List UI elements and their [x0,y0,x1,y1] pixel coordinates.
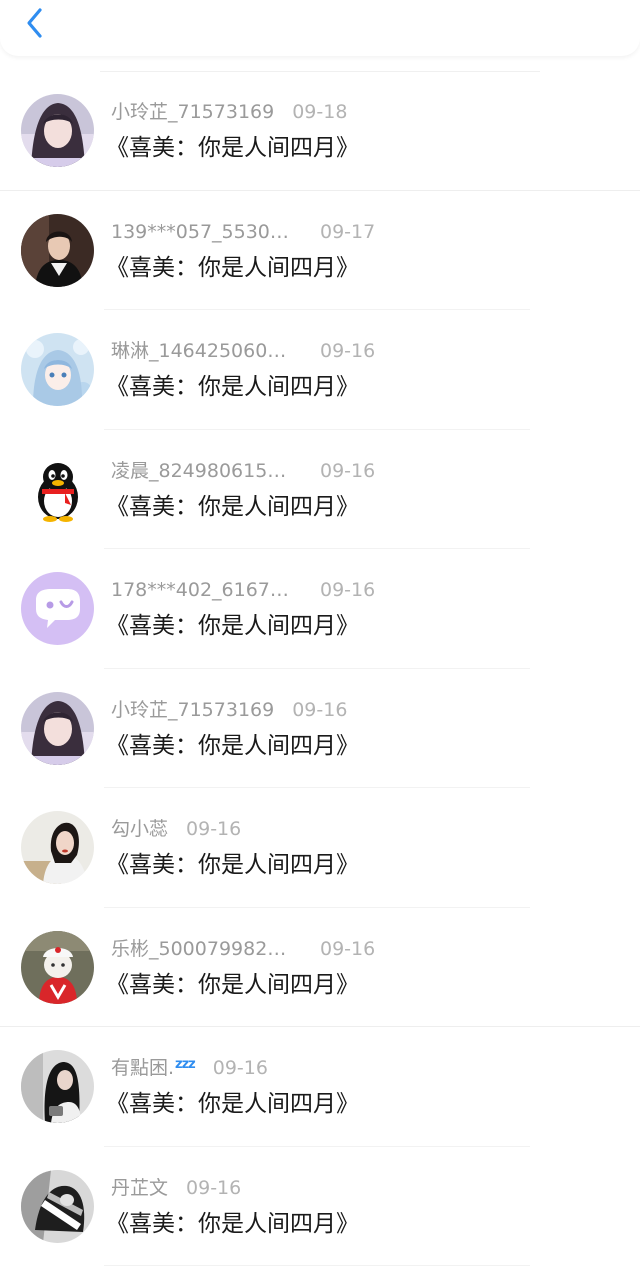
book-title[interactable]: 《喜美：你是人间四月》 [106,610,359,642]
comment-date: 09-16 [212,1057,268,1079]
comment-list-page: 小玲芷_71573169 09-18 《喜美：你是人间四月》 139***057_… [0,0,640,1276]
book-title[interactable]: 《喜美：你是人间四月》 [106,969,359,1001]
qq-penguin-avatar-icon [21,452,94,526]
top-bar [0,0,640,56]
comment-date: 09-16 [186,1176,242,1199]
girl-long-hair-avatar-icon [21,1050,94,1123]
boy-portrait-avatar-icon [21,213,94,287]
list-item[interactable]: 有點困.zzz 09-16 《喜美：你是人间四月》 [0,1027,640,1147]
avatar[interactable] [21,213,94,287]
book-title[interactable]: 《喜美：你是人间四月》 [106,1088,359,1120]
list-item[interactable]: 凌晨_824980615… 09-16 《喜美：你是人间四月》 [0,430,640,549]
comment-date: 09-16 [320,579,376,601]
comment-meta: 178***402_6167… 09-16 [111,577,375,603]
avatar[interactable] [21,1050,94,1123]
user-name[interactable]: 勾小蕊 [111,816,168,842]
book-title[interactable]: 《喜美：你是人间四月》 [106,132,359,164]
list-item[interactable]: 小玲芷_71573169 09-16 《喜美：你是人间四月》 [0,669,640,788]
user-name[interactable]: 丹芷文 [111,1175,168,1201]
comment-date: 09-17 [320,220,376,243]
book-title[interactable]: 《喜美：你是人间四月》 [106,491,359,523]
anime-girl-dark-hair-avatar-icon [21,691,94,765]
purple-chat-bubble-avatar-icon [21,572,94,645]
comment-meta: 琳淋_146425060… 09-16 [111,338,375,364]
book-title[interactable]: 《喜美：你是人间四月》 [106,371,359,403]
list-item[interactable]: 琳淋_146425060… 09-16 《喜美：你是人间四月》 [0,310,640,430]
avatar[interactable] [21,452,94,526]
user-name[interactable]: 小玲芷_71573169 [111,99,274,125]
user-name[interactable]: 乐彬_500079982… [111,936,286,962]
comment-list: 小玲芷_71573169 09-18 《喜美：你是人间四月》 139***057_… [0,71,640,1266]
comment-meta: 小玲芷_71573169 09-16 [111,697,347,723]
book-title[interactable]: 《喜美：你是人间四月》 [106,1208,359,1240]
comment-date: 09-16 [292,698,348,721]
avatar[interactable] [21,1169,94,1243]
avatar[interactable] [21,691,94,765]
comment-meta: 有點困.zzz 09-16 [111,1055,268,1081]
comment-meta: 小玲芷_71573169 09-18 [111,99,347,125]
user-name[interactable]: 139***057_5530… [111,219,289,245]
divider [104,1265,530,1266]
comment-meta: 139***057_5530… 09-17 [111,219,375,245]
book-title[interactable]: 《喜美：你是人间四月》 [106,252,359,284]
list-item[interactable]: 勾小蕊 09-16 《喜美：你是人间四月》 [0,788,640,908]
comment-meta: 乐彬_500079982… 09-16 [111,936,375,962]
comment-meta: 凌晨_824980615… 09-16 [111,458,375,484]
list-item[interactable]: 小玲芷_71573169 09-18 《喜美：你是人间四月》 [0,71,640,191]
back-button[interactable] [18,2,54,42]
avatar[interactable] [21,811,94,884]
anime-blue-hair-avatar-icon [21,333,94,406]
user-name[interactable]: 有點困. [111,1055,174,1081]
user-name[interactable]: 小玲芷_71573169 [111,697,274,723]
comment-meta: 丹芷文 09-16 [111,1175,241,1201]
avatar[interactable] [21,572,94,645]
comment-meta: 勾小蕊 09-16 [111,816,241,842]
comment-date: 09-16 [320,459,376,482]
comment-date: 09-16 [320,340,376,362]
list-item[interactable]: 丹芷文 09-16 《喜美：你是人间四月》 [0,1147,640,1266]
user-name[interactable]: 琳淋_146425060… [111,338,286,364]
comment-date: 09-16 [320,937,376,960]
list-item[interactable]: 178***402_6167… 09-16 《喜美：你是人间四月》 [0,549,640,669]
book-title[interactable]: 《喜美：你是人间四月》 [106,730,359,762]
avatar[interactable] [21,930,94,1004]
avatar[interactable] [21,94,94,167]
chevron-left-icon [27,8,42,38]
cat-in-red-shirt-avatar-icon [21,930,94,1004]
avatar[interactable] [21,333,94,406]
anime-girl-dark-hair-avatar-icon [21,94,94,167]
list-item[interactable]: 乐彬_500079982… 09-16 《喜美：你是人间四月》 [0,908,640,1027]
book-title[interactable]: 《喜美：你是人间四月》 [106,849,359,881]
list-item[interactable]: 139***057_5530… 09-17 《喜美：你是人间四月》 [0,191,640,310]
sleep-emoji-icon: zzz [175,1057,196,1072]
user-name[interactable]: 凌晨_824980615… [111,458,286,484]
comment-date: 09-18 [292,101,348,123]
girl-photo-avatar-icon [21,811,94,884]
black-white-photo-avatar-icon [21,1169,94,1243]
comment-date: 09-16 [186,818,242,840]
user-name[interactable]: 178***402_6167… [111,577,289,603]
